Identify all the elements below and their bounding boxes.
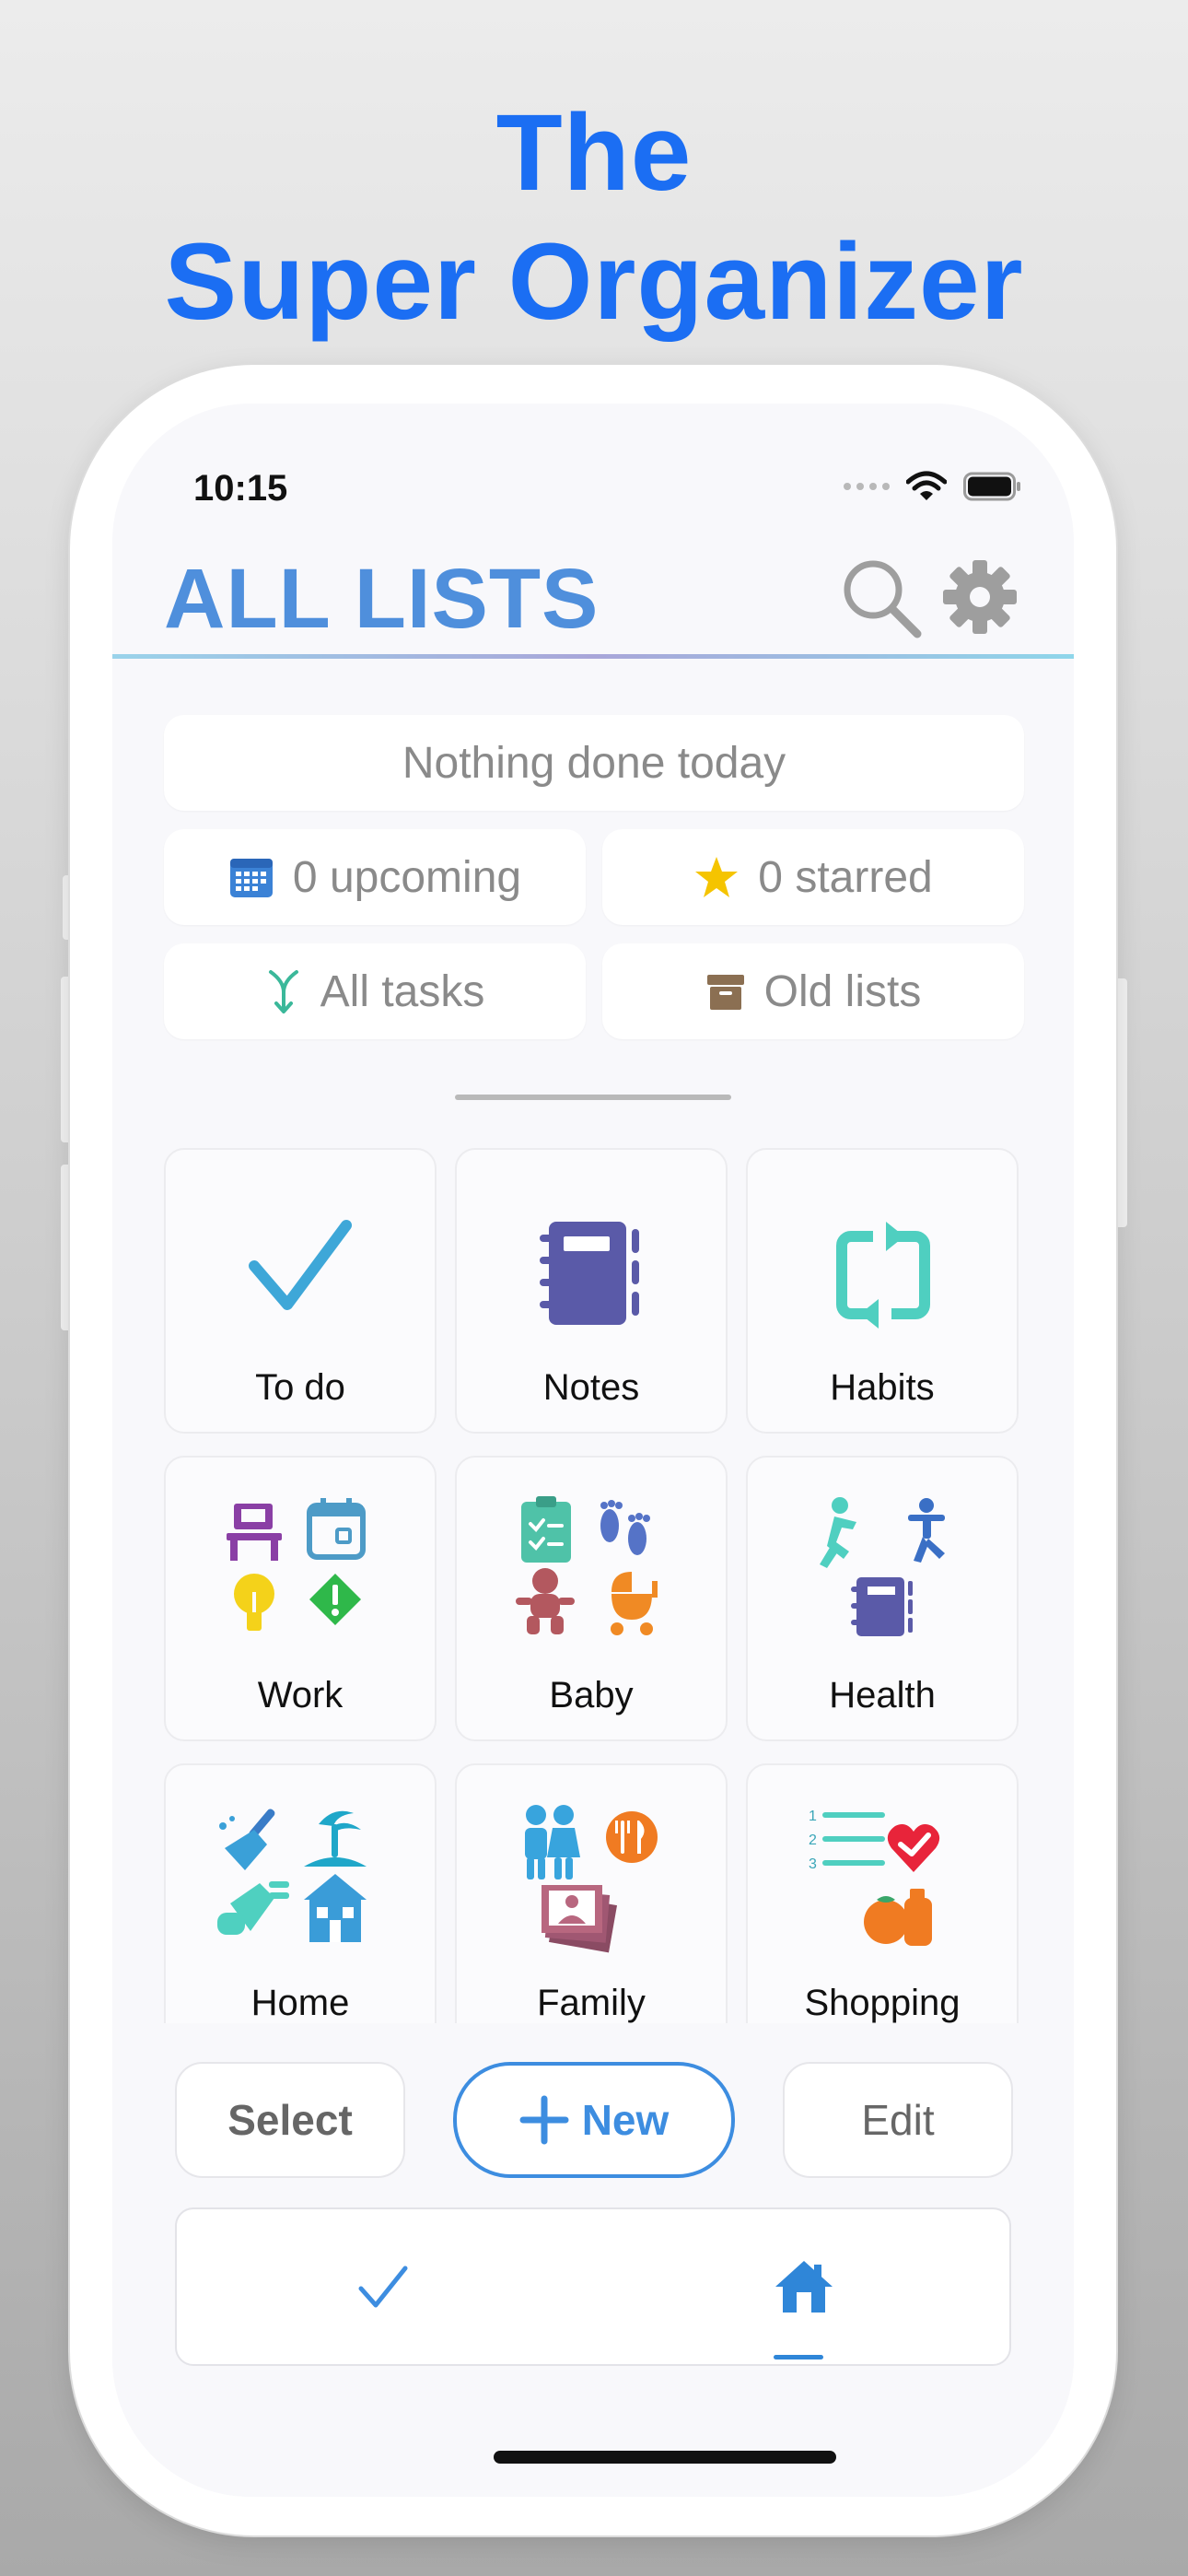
baby-icons	[516, 1496, 658, 1635]
new-list-button[interactable]: New	[453, 2062, 735, 2178]
list-tile-family[interactable]: Family	[455, 1763, 728, 2049]
battery-icon	[963, 472, 1020, 501]
select-button-label: Select	[227, 2096, 353, 2144]
old-lists-card[interactable]: Old lists	[602, 943, 1024, 1039]
app-screen: 10:15 ALL LISTS Nothing done today 0 upc…	[112, 404, 1074, 2497]
calendar-icon	[229, 859, 273, 897]
list-tile-label: Baby	[549, 1675, 634, 1715]
upcoming-card[interactable]: 0 upcoming	[164, 829, 586, 925]
drag-handle[interactable]	[455, 1095, 731, 1100]
list-tile-shopping[interactable]: 1 2 3 Shopping	[746, 1763, 1019, 2049]
phone-power-button	[1114, 978, 1127, 1227]
health-icons	[820, 1497, 945, 1636]
list-tile-work[interactable]: Work	[164, 1456, 437, 1741]
list-tile-label: Notes	[542, 1367, 640, 1408]
star-icon	[695, 857, 739, 897]
archive-box-icon	[706, 975, 744, 1010]
family-icons	[525, 1805, 658, 1953]
promo-title-line1: The	[495, 92, 693, 214]
search-icon[interactable]	[840, 556, 923, 639]
promo-title: The Super Organizer	[0, 88, 1188, 346]
wifi-icon	[906, 471, 947, 500]
plus-icon	[519, 2095, 569, 2145]
tab-tasks-checkmark-icon[interactable]	[355, 2259, 411, 2314]
phone-frame: 10:15 ALL LISTS Nothing done today 0 upc…	[70, 365, 1116, 2535]
svg-text:2: 2	[809, 1832, 817, 1848]
header-divider	[112, 654, 1074, 659]
cellular-icon	[844, 483, 890, 490]
home-indicator	[494, 2451, 836, 2464]
status-time: 10:15	[193, 468, 288, 509]
all-tasks-card[interactable]: All tasks	[164, 943, 586, 1039]
tab-home-icon[interactable]	[772, 2257, 836, 2316]
old-lists-label: Old lists	[763, 966, 922, 1016]
list-tile-label: Family	[537, 1983, 646, 2023]
checkmark-icon	[249, 1220, 352, 1310]
shopping-icons: 1 2 3	[809, 1809, 940, 1946]
list-tile-label: Shopping	[804, 1983, 961, 2023]
tab-active-indicator	[774, 2355, 823, 2359]
list-tile-label: Habits	[830, 1367, 935, 1408]
edit-button-label: Edit	[861, 2096, 935, 2144]
tab-bar	[175, 2207, 1011, 2366]
starred-label: 0 starred	[758, 852, 933, 902]
work-icons	[227, 1498, 366, 1631]
gear-icon[interactable]	[941, 558, 1019, 636]
list-tile-label: Health	[829, 1675, 936, 1715]
list-tile-label: Work	[257, 1675, 344, 1715]
today-summary-label: Nothing done today	[402, 738, 786, 788]
list-tile-label: Home	[250, 1983, 350, 2023]
list-tile-habits[interactable]: Habits	[746, 1148, 1019, 1434]
list-tile-todo[interactable]: To do	[164, 1148, 437, 1434]
list-tile-notes[interactable]: Notes	[455, 1148, 728, 1434]
page-title: ALL LISTS	[164, 552, 600, 646]
status-icons	[844, 468, 1022, 505]
repeat-icon	[836, 1222, 930, 1329]
edit-button[interactable]: Edit	[783, 2062, 1013, 2178]
svg-text:3: 3	[809, 1856, 817, 1872]
home-icons	[217, 1809, 367, 1942]
new-list-button-label: New	[581, 2096, 670, 2144]
merge-arrow-icon	[268, 970, 298, 1013]
upcoming-label: 0 upcoming	[292, 852, 522, 902]
list-tile-home[interactable]: Home	[164, 1763, 437, 2049]
today-summary-card[interactable]: Nothing done today	[164, 715, 1024, 811]
list-tile-baby[interactable]: Baby	[455, 1456, 728, 1741]
list-tile-label: To do	[255, 1367, 345, 1408]
svg-text:1: 1	[809, 1809, 817, 1824]
starred-card[interactable]: 0 starred	[602, 829, 1024, 925]
notebook-icon	[540, 1222, 639, 1325]
all-tasks-label: All tasks	[320, 966, 485, 1016]
list-tile-health[interactable]: Health	[746, 1456, 1019, 1741]
select-button[interactable]: Select	[175, 2062, 405, 2178]
promo-title-line2: Super Organizer	[164, 221, 1024, 343]
